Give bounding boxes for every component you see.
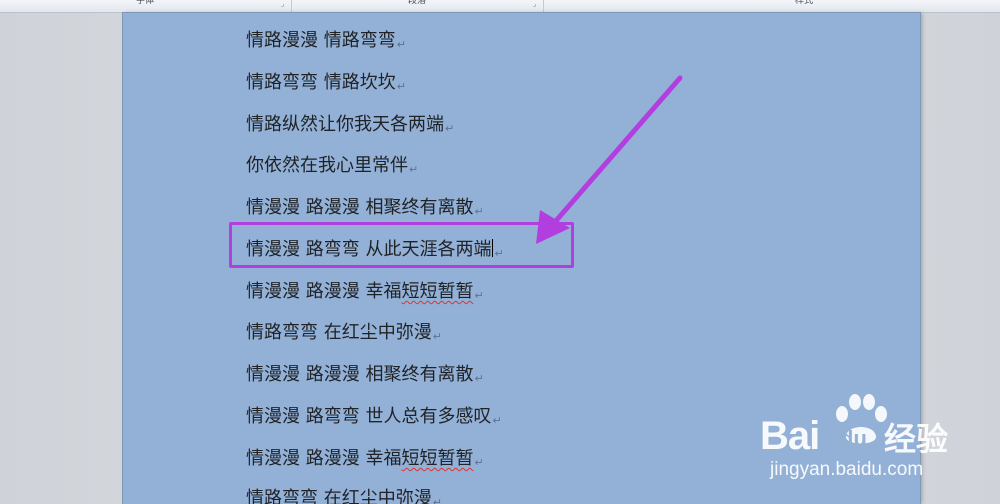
line-text: 你依然在我心里常伴	[246, 155, 408, 176]
spellcheck-flagged-text[interactable]: 短短暂暂	[401, 448, 473, 469]
text-line[interactable]: 情漫漫 路漫漫 幸福短短暂暂↵	[246, 281, 484, 303]
line-text: 情漫漫 路漫漫 幸福	[246, 448, 402, 469]
text-line[interactable]: 你依然在我心里常伴↵	[246, 155, 418, 177]
ribbon-group-paragraph: 段落	[292, 0, 542, 12]
highlight-rectangle	[229, 222, 574, 268]
text-line[interactable]: 情漫漫 路漫漫 相聚终有离散↵	[246, 197, 484, 219]
paragraph-mark-icon: ↵	[396, 38, 406, 51]
watermark-brand-cn: 经验	[884, 420, 949, 458]
paragraph-mark-icon: ↵	[432, 496, 442, 504]
paragraph-mark-icon: ↵	[492, 414, 502, 427]
watermark-brand-du: du	[840, 426, 867, 451]
font-dialog-launcher-icon[interactable]: ⌟	[281, 1, 284, 8]
line-text: 情路纵然让你我天各两端	[246, 114, 444, 135]
text-line[interactable]: 情路漫漫 情路弯弯↵	[246, 30, 406, 52]
line-text: 情漫漫 路漫漫 幸福	[246, 281, 402, 302]
line-text: 情漫漫 路弯弯 世人总有多感叹	[246, 406, 492, 427]
paragraph-dialog-launcher-icon[interactable]: ⌟	[533, 1, 536, 8]
paragraph-mark-icon: ↵	[474, 456, 484, 469]
text-line[interactable]: 情路弯弯 情路坎坎↵	[246, 72, 406, 94]
ribbon-group-styles-label: 样式	[794, 0, 813, 6]
paragraph-mark-icon: ↵	[474, 205, 484, 218]
ribbon-group-paragraph-label: 段落	[407, 0, 426, 6]
paragraph-mark-icon: ↵	[396, 80, 406, 93]
paragraph-mark-icon: ↵	[474, 289, 484, 302]
line-text: 情漫漫 路漫漫 相聚终有离散	[246, 197, 474, 218]
line-text: 情路弯弯 在红尘中弥漫	[246, 488, 432, 504]
ribbon-group-font-label: 字体	[135, 0, 154, 6]
paragraph-mark-icon: ↵	[474, 372, 484, 385]
ribbon-group-labels: 字体 ⌟ 段落 ⌟ 样式	[0, 0, 1000, 13]
ribbon-group-styles: 样式	[544, 0, 1000, 12]
paragraph-mark-icon: ↵	[432, 330, 442, 343]
text-line[interactable]: 情漫漫 路漫漫 相聚终有离散↵	[246, 364, 484, 386]
spellcheck-flagged-text[interactable]: 短短暂暂	[401, 281, 473, 302]
text-line[interactable]: 情路弯弯 在红尘中弥漫↵	[246, 322, 442, 344]
watermark-brand-latin: Bai	[760, 414, 820, 458]
paragraph-mark-icon: ↵	[409, 163, 419, 176]
text-line[interactable]: 情路纵然让你我天各两端↵	[246, 114, 454, 136]
text-line[interactable]: 情漫漫 路漫漫 幸福短短暂暂↵	[246, 448, 484, 470]
baidu-jingyan-watermark: Bai du 经验 jingyan.baidu.com	[760, 392, 996, 484]
line-text: 情路弯弯 在红尘中弥漫	[246, 322, 432, 343]
line-text: 情路弯弯 情路坎坎	[246, 72, 396, 93]
ribbon-group-font: 字体	[0, 0, 290, 12]
line-text: 情漫漫 路漫漫 相聚终有离散	[246, 364, 474, 385]
watermark-url: jingyan.baidu.com	[770, 459, 924, 480]
text-line[interactable]: 情漫漫 路弯弯 世人总有多感叹↵	[246, 406, 502, 428]
text-line[interactable]: 情路弯弯 在红尘中弥漫↵	[246, 488, 442, 504]
line-text: 情路漫漫 情路弯弯	[246, 30, 396, 51]
paragraph-mark-icon: ↵	[445, 122, 455, 135]
